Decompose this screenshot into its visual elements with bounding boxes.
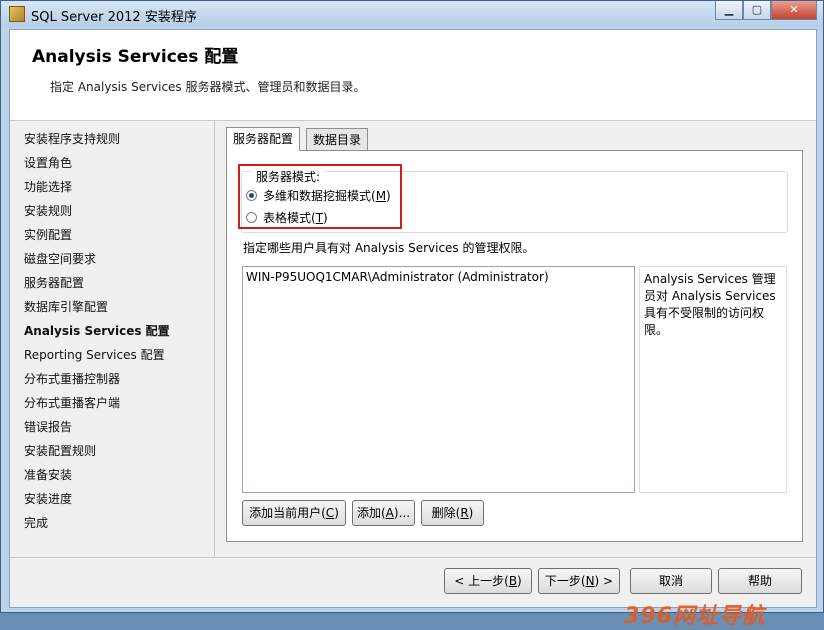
title-bar[interactable]: SQL Server 2012 安装程序 ▁ ▢ ✕ bbox=[1, 1, 823, 27]
nav-step-item[interactable]: 服务器配置 bbox=[24, 274, 84, 291]
nav-step-item[interactable]: 准备安装 bbox=[24, 466, 72, 483]
dialog-client-area: Analysis Services 配置 指定 Analysis Service… bbox=[9, 29, 817, 629]
next-button[interactable]: 下一步(N) > bbox=[538, 568, 620, 594]
add-current-user-button[interactable]: 添加当前用户(C) bbox=[242, 500, 346, 526]
nav-step-item[interactable]: 安装程序支持规则 bbox=[24, 130, 120, 147]
site-watermark: 396网址导航 bbox=[624, 604, 765, 629]
tab-server-config[interactable]: 服务器配置 bbox=[226, 127, 301, 151]
page-title: Analysis Services 配置 bbox=[32, 47, 239, 67]
cancel-button[interactable]: 取消 bbox=[630, 568, 712, 594]
page-header: Analysis Services 配置 指定 Analysis Service… bbox=[10, 30, 816, 121]
nav-step-item[interactable]: 安装进度 bbox=[24, 490, 72, 507]
highlight-annotation bbox=[238, 164, 402, 229]
window-controls: ▁ ▢ ✕ bbox=[715, 1, 817, 21]
nav-step-item[interactable]: Analysis Services 配置 bbox=[24, 322, 170, 339]
nav-step-item[interactable]: 完成 bbox=[24, 514, 48, 531]
list-item[interactable]: WIN-P95UOQ1CMAR\Administrator (Administr… bbox=[246, 270, 549, 284]
nav-step-item[interactable]: 实例配置 bbox=[24, 226, 72, 243]
nav-step-item[interactable]: 安装规则 bbox=[24, 202, 72, 219]
tab-data-directories[interactable]: 数据目录 bbox=[306, 128, 369, 150]
nav-step-item[interactable]: 分布式重播控制器 bbox=[24, 370, 120, 387]
installer-window: SQL Server 2012 安装程序 ▁ ▢ ✕ Analysis Serv… bbox=[0, 0, 824, 629]
minimize-button[interactable]: ▁ bbox=[715, 1, 743, 20]
sql-server-setup-icon bbox=[9, 6, 25, 22]
admin-permissions-label: 指定哪些用户具有对 Analysis Services 的管理权限。 bbox=[243, 241, 535, 255]
remove-user-button[interactable]: 删除(R) bbox=[421, 500, 484, 526]
close-button[interactable]: ✕ bbox=[771, 1, 817, 20]
maximize-button[interactable]: ▢ bbox=[743, 1, 771, 20]
nav-step-item[interactable]: 功能选择 bbox=[24, 178, 72, 195]
add-user-button[interactable]: 添加(A)... bbox=[352, 500, 415, 526]
nav-step-item[interactable]: 数据库引擎配置 bbox=[24, 298, 108, 315]
nav-step-item[interactable]: 分布式重播客户端 bbox=[24, 394, 120, 411]
setup-steps-nav: 安装程序支持规则 设置角色功能选择安装规则实例配置磁盘空间要求 服务器配置数据库引擎… bbox=[10, 121, 215, 557]
window-title: SQL Server 2012 安装程序 bbox=[31, 10, 197, 25]
nav-step-item[interactable]: 错误报告 bbox=[24, 418, 72, 435]
nav-step-item[interactable]: Reporting Services 配置 bbox=[24, 346, 165, 363]
server-config-panel: 服务器模式: 多维和数据挖掘模式(M) 表格模式(T) 指定哪些用户具有对 An… bbox=[226, 150, 803, 542]
nav-step-item[interactable]: 磁盘空间要求 bbox=[24, 250, 96, 267]
page-subtitle: 指定 Analysis Services 服务器模式、管理员和数据目录。 bbox=[50, 80, 366, 94]
admin-users-list[interactable]: WIN-P95UOQ1CMAR\Administrator (Administr… bbox=[242, 266, 635, 493]
back-button[interactable]: < 上一步(B) bbox=[444, 568, 532, 594]
footer-divider bbox=[10, 557, 816, 558]
tab-control: 服务器配置 数据目录 服务器模式: 多维和数据挖掘模式(M) 表格模式(T) 指… bbox=[226, 127, 803, 542]
help-button[interactable]: 帮助 bbox=[718, 568, 802, 594]
nav-step-item[interactable]: 设置角色 bbox=[24, 154, 72, 171]
nav-step-item[interactable]: 安装配置规则 bbox=[24, 442, 96, 459]
admin-description: Analysis Services 管理员对 Analysis Services… bbox=[639, 266, 787, 493]
